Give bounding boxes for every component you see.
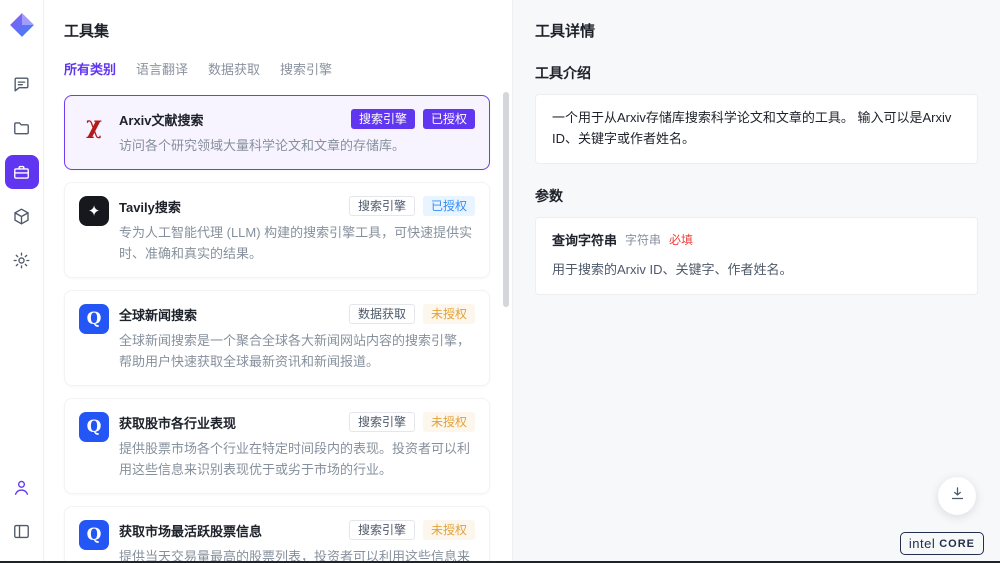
param-type: 字符串 bbox=[625, 231, 661, 250]
tool-description: 访问各个研究领域大量科学论文和文章的存储库。 bbox=[119, 135, 475, 156]
tool-card-arxiv[interactable]: χ Arxiv文献搜索 搜索引擎 已授权 访问各个研究领域大量科学论文和文章的存… bbox=[64, 95, 490, 170]
tool-card-global-news[interactable]: Q 全球新闻搜索 数据获取 未授权 全球新闻搜索是一个聚合全球各大新闻网站内容的… bbox=[64, 290, 490, 386]
stock-app-icon: Q bbox=[79, 520, 109, 550]
tab-language-translation[interactable]: 语言翻译 bbox=[136, 59, 188, 78]
core-wordmark: CORE bbox=[939, 538, 975, 550]
tool-list-panel: 工具集 所有类别 语言翻译 数据获取 搜索引擎 χ Arxiv文献搜索 搜索引擎… bbox=[44, 0, 512, 563]
list-scrollbar bbox=[503, 92, 509, 557]
param-description: 用于搜索的Arxiv ID、关键字、作者姓名。 bbox=[552, 260, 961, 281]
category-tabs: 所有类别 语言翻译 数据获取 搜索引擎 bbox=[62, 59, 506, 78]
page-title: 工具集 bbox=[62, 20, 506, 41]
tool-intro-text: 一个用于从Arxiv存储库搜索科学论文和文章的工具。 输入可以是Arxiv ID… bbox=[552, 110, 951, 146]
param-required-flag: 必填 bbox=[669, 231, 693, 250]
chat-icon[interactable] bbox=[5, 67, 39, 101]
left-rail bbox=[0, 0, 44, 563]
tool-card-sector-performance[interactable]: Q 获取股市各行业表现 搜索引擎 未授权 提供股票市场各个行业在特定时间段内的表… bbox=[64, 398, 490, 494]
tool-name: Arxiv文献搜索 bbox=[119, 110, 343, 129]
params-heading: 参数 bbox=[535, 186, 978, 206]
status-badge: 未授权 bbox=[423, 304, 475, 324]
tool-detail-panel: 工具详情 工具介绍 一个用于从Arxiv存储库搜索科学论文和文章的工具。 输入可… bbox=[512, 0, 1000, 563]
app-window: 工具集 所有类别 语言翻译 数据获取 搜索引擎 χ Arxiv文献搜索 搜索引擎… bbox=[0, 0, 1000, 563]
parameter-card: 查询字符串 字符串 必填 用于搜索的Arxiv ID、关键字、作者姓名。 bbox=[535, 217, 978, 296]
tool-card-list: χ Arxiv文献搜索 搜索引擎 已授权 访问各个研究领域大量科学论文和文章的存… bbox=[62, 93, 506, 563]
tool-name: 获取市场最活跃股票信息 bbox=[119, 521, 341, 540]
toolbox-icon[interactable] bbox=[5, 155, 39, 189]
tavily-star-icon: ✦ bbox=[79, 196, 109, 226]
tool-description: 提供股票市场各个行业在特定时间段内的表现。投资者可以利用这些信息来识别表现优于或… bbox=[119, 438, 475, 480]
user-icon[interactable] bbox=[5, 470, 39, 504]
status-badge: 已授权 bbox=[423, 196, 475, 216]
folder-icon[interactable] bbox=[5, 111, 39, 145]
tool-card-most-active-stocks[interactable]: Q 获取市场最活跃股票信息 搜索引擎 未授权 提供当天交易量最高的股票列表，投资… bbox=[64, 506, 490, 563]
intro-heading: 工具介绍 bbox=[535, 63, 978, 83]
collapse-panel-icon[interactable] bbox=[5, 514, 39, 548]
arxiv-logo-icon: χ bbox=[79, 109, 109, 139]
news-search-app-icon: Q bbox=[79, 304, 109, 334]
download-button[interactable] bbox=[938, 477, 976, 515]
tool-name: Tavily搜索 bbox=[119, 197, 341, 216]
settings-gear-icon[interactable] bbox=[5, 243, 39, 277]
status-badge: 已授权 bbox=[423, 109, 475, 129]
intel-core-logo: intel CORE bbox=[900, 532, 984, 555]
tab-search-engine[interactable]: 搜索引擎 bbox=[280, 59, 332, 78]
download-icon bbox=[949, 485, 966, 507]
status-badge: 未授权 bbox=[423, 412, 475, 432]
tool-name: 全球新闻搜索 bbox=[119, 305, 341, 324]
category-badge: 搜索引擎 bbox=[349, 412, 415, 432]
tool-card-tavily[interactable]: ✦ Tavily搜索 搜索引擎 已授权 专为人工智能代理 (LLM) 构建的搜索… bbox=[64, 182, 490, 278]
tool-intro-card: 一个用于从Arxiv存储库搜索科学论文和文章的工具。 输入可以是Arxiv ID… bbox=[535, 94, 978, 164]
scrollbar-thumb[interactable] bbox=[503, 92, 509, 307]
tab-data-fetch[interactable]: 数据获取 bbox=[208, 59, 260, 78]
cube-icon[interactable] bbox=[5, 199, 39, 233]
tool-description: 全球新闻搜索是一个聚合全球各大新闻网站内容的搜索引擎，帮助用户快速获取全球最新资… bbox=[119, 330, 475, 372]
status-badge: 未授权 bbox=[423, 520, 475, 540]
category-badge: 搜索引擎 bbox=[349, 520, 415, 540]
tool-description: 专为人工智能代理 (LLM) 构建的搜索引擎工具，可快速提供实时、准确和真实的结… bbox=[119, 222, 475, 264]
intel-wordmark: intel bbox=[909, 536, 935, 551]
tab-all-categories[interactable]: 所有类别 bbox=[64, 59, 116, 78]
stock-app-icon: Q bbox=[79, 412, 109, 442]
detail-title: 工具详情 bbox=[535, 20, 978, 41]
category-badge: 搜索引擎 bbox=[351, 109, 415, 129]
tool-name: 获取股市各行业表现 bbox=[119, 413, 341, 432]
app-logo-icon[interactable] bbox=[9, 12, 35, 38]
category-badge: 数据获取 bbox=[349, 304, 415, 324]
param-name: 查询字符串 bbox=[552, 231, 617, 252]
category-badge: 搜索引擎 bbox=[349, 196, 415, 216]
